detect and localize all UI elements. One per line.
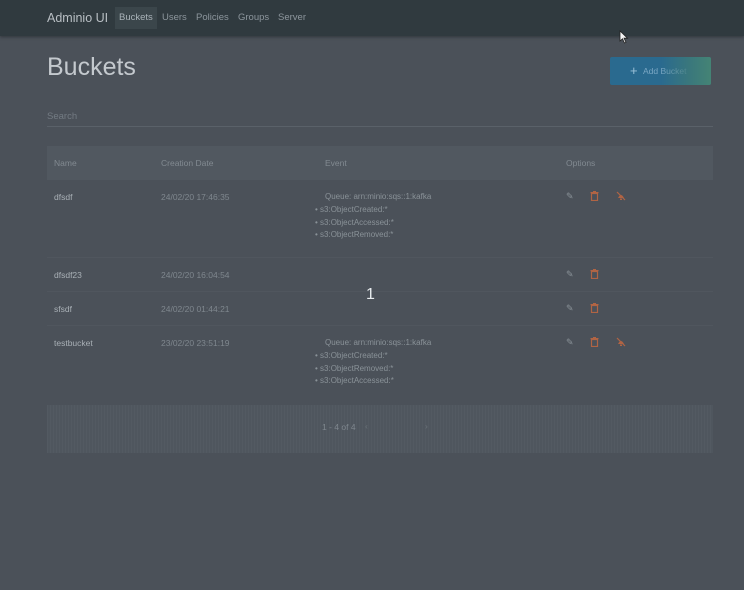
nav-item-policies[interactable]: Policies	[192, 7, 233, 29]
header-event: Event	[325, 158, 347, 168]
event-queue: Queue: arn:minio:sqs::1:kafka	[325, 192, 432, 201]
nav-item-users[interactable]: Users	[158, 7, 191, 29]
trash-icon[interactable]	[590, 191, 599, 203]
search-input[interactable]	[47, 106, 713, 127]
header-name[interactable]: Name	[54, 158, 77, 168]
table-row: testbucket 23/02/20 23:51:19 Queue: arn:…	[47, 326, 713, 398]
nav-item-buckets[interactable]: Buckets	[115, 7, 157, 29]
event-remove-icon[interactable]	[616, 337, 626, 349]
event-remove-icon[interactable]	[616, 191, 626, 203]
table-row: dfsdf 24/02/20 17:46:35 Queue: arn:minio…	[47, 180, 713, 258]
add-bucket-button[interactable]: + Add Bucket	[610, 57, 711, 85]
event-item: s3:ObjectAccessed:*	[315, 218, 421, 231]
header-options: Options	[566, 158, 596, 168]
prev-page-button[interactable]: ‹	[365, 421, 368, 431]
event-item: s3:ObjectRemoved:*	[315, 364, 421, 377]
pencil-icon[interactable]: ✎	[566, 337, 574, 348]
trash-icon[interactable]	[590, 269, 599, 281]
bucket-name[interactable]: testbucket	[54, 338, 93, 348]
creation-date: 23/02/20 23:51:19	[161, 338, 230, 348]
brand-logo-text[interactable]: Adminio UI	[47, 11, 108, 25]
creation-date: 24/02/20 16:04:54	[161, 270, 230, 280]
creation-date: 24/02/20 17:46:35	[161, 192, 230, 202]
nav-item-groups[interactable]: Groups	[234, 7, 273, 29]
trash-icon[interactable]	[590, 337, 599, 349]
pencil-icon[interactable]: ✎	[566, 269, 574, 280]
pencil-icon[interactable]: ✎	[566, 303, 574, 314]
plus-icon: +	[630, 63, 638, 78]
pencil-icon[interactable]: ✎	[566, 191, 574, 202]
event-cell: Queue: arn:minio:sqs::1:kafka s3:ObjectC…	[320, 192, 432, 243]
creation-date: 24/02/20 01:44:21	[161, 304, 230, 314]
event-item: s3:ObjectAccessed:*	[315, 376, 421, 389]
bucket-name[interactable]: dfsdf	[54, 192, 72, 202]
bucket-name[interactable]: dfsdf23	[54, 270, 82, 280]
event-queue: Queue: arn:minio:sqs::1:kafka	[325, 338, 432, 347]
nav-item-server[interactable]: Server	[274, 7, 310, 29]
bucket-name[interactable]: sfsdf	[54, 304, 72, 314]
table-row: dfsdf23 24/02/20 16:04:54 ✎	[47, 258, 713, 292]
table-row: sfsdf 24/02/20 01:44:21 ✎	[47, 292, 713, 326]
overlay-number: 1	[366, 286, 375, 303]
event-item: s3:ObjectCreated:*	[315, 205, 421, 218]
trash-icon[interactable]	[590, 303, 599, 315]
header-creation-date[interactable]: Creation Date	[161, 158, 213, 168]
mouse-cursor-icon	[619, 30, 629, 44]
table-header: Name Creation Date Event Options	[47, 146, 713, 180]
event-item: s3:ObjectRemoved:*	[315, 230, 421, 243]
navbar: Adminio UI Buckets Users Policies Groups…	[0, 0, 744, 36]
buckets-table: Name Creation Date Event Options dfsdf 2…	[47, 146, 713, 398]
event-cell: Queue: arn:minio:sqs::1:kafka s3:ObjectC…	[320, 338, 432, 389]
next-page-button[interactable]: ›	[425, 421, 428, 431]
event-item: s3:ObjectCreated:*	[315, 351, 421, 364]
pagination-bar: 1 - 4 of 4 ‹ ›	[47, 405, 713, 453]
page-title: Buckets	[47, 53, 136, 81]
pagination-range: 1 - 4 of 4	[322, 422, 356, 432]
